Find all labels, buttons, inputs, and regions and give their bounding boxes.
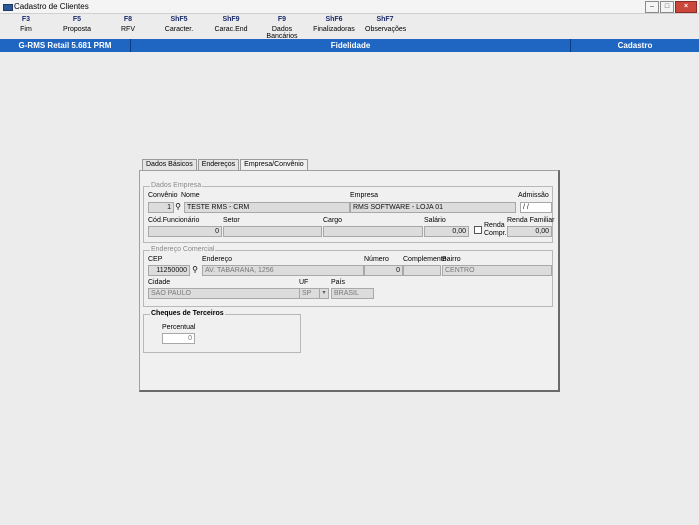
dados-empresa-title: Dados Empresa	[150, 182, 203, 189]
endereco-comercial-group: Endereço Comercial CEP 11250000 ⚲ Endere…	[143, 246, 553, 307]
salario-field[interactable]: 0,00	[424, 226, 469, 237]
fkey-rfv-button[interactable]: F8 RFV	[118, 16, 138, 33]
binoculars-cep-search-icon[interactable]: ⚲	[190, 265, 200, 275]
admissao-label: Admissão	[518, 192, 549, 199]
fkey-dados-bancarios-button[interactable]: F9 Dados Bancários	[256, 16, 308, 40]
window-title: Cadastro de Clientes	[14, 2, 89, 11]
cod-funcionario-field[interactable]: 0	[148, 226, 222, 237]
convenio-label: Convênio	[148, 192, 178, 199]
tab-strip: Dados Básicos Endereços Empresa/Convênio	[142, 159, 309, 171]
numero-label: Número	[364, 256, 389, 263]
complemento-label: Complemento	[403, 256, 447, 263]
endereco-comercial-title: Endereço Comercial	[150, 246, 216, 253]
dados-empresa-group: Dados Empresa Convênio 1 ⚲ Nome TESTE RM…	[143, 182, 555, 243]
pais-field[interactable]: BRASIL	[331, 288, 374, 299]
tab-dados-basicos[interactable]: Dados Básicos	[142, 159, 197, 170]
percentual-label: Percentual	[162, 324, 196, 331]
nome-label: Nome	[181, 192, 200, 199]
convenio-field[interactable]: 1	[148, 202, 174, 213]
module-header-bar: G-RMS Retail 5.681 PRM Fidelidade Cadast…	[0, 39, 699, 52]
numero-field[interactable]: 0	[364, 265, 403, 276]
admissao-field[interactable]: / /	[520, 202, 552, 213]
empresa-field[interactable]: RMS SOFTWARE - LOJA 01	[350, 202, 516, 213]
renda-familiar-field[interactable]: 0,00	[507, 226, 552, 237]
app-icon	[3, 4, 13, 11]
cep-label: CEP	[148, 256, 163, 263]
cod-funcionario-label: Cód.Funcionário	[148, 217, 200, 224]
renda-compr-label-line1: Renda	[484, 222, 505, 229]
function-key-toolbar: F3 Fim F5 Proposta F8 RFV ShF5 Caracter.…	[0, 14, 699, 40]
cidade-field[interactable]: SAO PAULO	[148, 288, 300, 299]
cargo-label: Cargo	[323, 217, 343, 224]
endereco-field[interactable]: AV. TABARANA, 1256	[202, 265, 364, 276]
complemento-field[interactable]	[403, 265, 441, 276]
module-title: Fidelidade	[131, 39, 571, 52]
cheques-terceiros-group: Cheques de Terceiros Percentual 0	[143, 310, 301, 353]
renda-familiar-label: Renda Familiar	[507, 217, 555, 224]
fkey-observacoes-button[interactable]: ShF7 Observações	[365, 16, 406, 33]
uf-label: UF	[299, 279, 309, 286]
setor-label: Setor	[223, 217, 240, 224]
fkey-fim-button[interactable]: F3 Fim	[13, 16, 39, 33]
window-titlebar: Cadastro de Clientes – □ ×	[0, 0, 699, 14]
binoculars-search-icon[interactable]: ⚲	[173, 202, 183, 212]
fkey-caracter-button[interactable]: ShF5 Caracter.	[164, 16, 194, 33]
renda-compr-label-line2: Compr.	[484, 230, 507, 237]
bairro-label: Bairro	[442, 256, 461, 263]
tab-panel-empresa-convenio: Dados Empresa Convênio 1 ⚲ Nome TESTE RM…	[139, 170, 560, 392]
app-version-label: G-RMS Retail 5.681 PRM	[0, 39, 131, 52]
cheques-terceiros-title: Cheques de Terceiros	[150, 310, 225, 317]
bairro-field[interactable]: CENTRO	[442, 265, 552, 276]
fkey-carac-end-button[interactable]: ShF9 Carac.End	[213, 16, 249, 33]
salario-label: Salário	[424, 217, 446, 224]
maximize-button[interactable]: □	[660, 1, 674, 13]
nome-field[interactable]: TESTE RMS - CRM	[184, 202, 350, 213]
pais-label: País	[331, 279, 346, 286]
fkey-proposta-button[interactable]: F5 Proposta	[60, 16, 94, 33]
fkey-finalizadoras-button[interactable]: ShF6 Finalizadoras	[313, 16, 355, 33]
cep-field[interactable]: 11250000	[148, 265, 190, 276]
uf-dropdown-arrow-icon[interactable]: ▾	[319, 288, 329, 299]
percentual-field[interactable]: 0	[162, 333, 195, 344]
endereco-label: Endereço	[202, 256, 232, 263]
tab-enderecos[interactable]: Endereços	[197, 159, 240, 170]
cidade-label: Cidade	[148, 279, 171, 286]
renda-compr-checkbox[interactable]	[474, 226, 482, 234]
setor-field[interactable]	[223, 226, 322, 237]
mode-label: Cadastro	[617, 41, 653, 50]
cargo-field[interactable]	[323, 226, 423, 237]
empresa-label: Empresa	[350, 192, 379, 199]
minimize-button[interactable]: –	[645, 1, 659, 13]
uf-select[interactable]: SP	[299, 288, 321, 299]
close-button[interactable]: ×	[675, 1, 697, 13]
